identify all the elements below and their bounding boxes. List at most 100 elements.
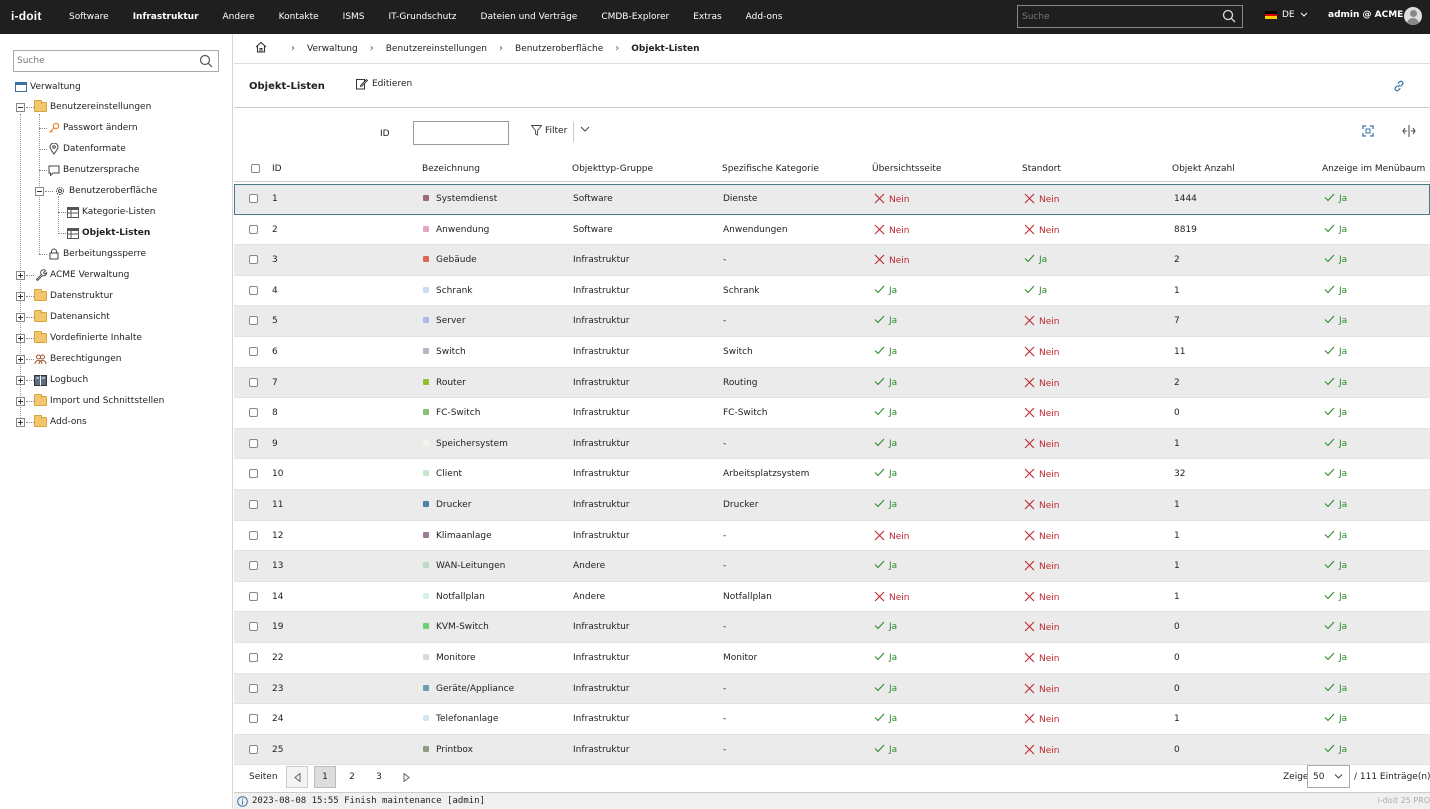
column-header-id[interactable]: ID	[272, 164, 282, 174]
tree-item-objekt-listen[interactable]: Objekt-Listen	[58, 225, 150, 241]
tree-item-benutzereinstellungen[interactable]: Benutzereinstellungen	[16, 99, 151, 115]
expand-icon[interactable]	[16, 354, 25, 364]
nav-isms[interactable]: ISMS	[329, 0, 375, 34]
row-checkbox[interactable]	[249, 561, 258, 571]
page-3-button[interactable]: 3	[368, 766, 390, 788]
next-page-button[interactable]	[395, 766, 417, 788]
tree-item-logbuch[interactable]: Logbuch	[16, 372, 88, 388]
row-checkbox[interactable]	[249, 285, 258, 295]
tree-item-datenansicht[interactable]: Datenansicht	[16, 309, 110, 325]
table-row[interactable]: 10 Client Infrastruktur Arbeitsplatzsystem J…	[234, 459, 1430, 490]
tree-item-datenformate[interactable]: Datenformate	[39, 141, 126, 157]
tree-search-input[interactable]	[14, 51, 194, 71]
nav-extras[interactable]: Extras	[679, 0, 731, 34]
table-row[interactable]: 13 WAN-Leitungen Andere - Ja Nein 1 Ja	[234, 551, 1430, 582]
row-checkbox[interactable]	[249, 714, 258, 724]
row-checkbox[interactable]	[249, 653, 258, 662]
per-page-select[interactable]: 50	[1307, 765, 1350, 788]
expand-icon[interactable]	[16, 396, 25, 406]
breadcrumb-benutzeroberflaeche[interactable]: Benutzeroberfläche	[515, 44, 603, 54]
column-header-objekt-anzahl[interactable]: Objekt Anzahl	[1172, 164, 1235, 174]
row-checkbox[interactable]	[249, 224, 258, 234]
table-row[interactable]: 25 Printbox Infrastruktur - Ja Nein 0 Ja	[234, 734, 1430, 766]
table-row[interactable]: 5 Server Infrastruktur - Ja Nein 7 Ja	[234, 306, 1430, 337]
expand-icon[interactable]	[16, 375, 25, 385]
table-row[interactable]: 9 Speichersystem Infrastruktur - Ja Nein 1 Ja	[234, 428, 1430, 460]
page-1-button[interactable]: 1	[314, 766, 336, 788]
search-icon[interactable]	[1222, 9, 1236, 26]
tree-item-bearbeitungssperre[interactable]: Berbeitungssperre	[39, 246, 146, 262]
expand-icon[interactable]	[16, 291, 25, 301]
nav-addons[interactable]: Add-ons	[732, 0, 793, 34]
table-row[interactable]: 14 Notfallplan Andere Notfallplan Nein Nein 1 J…	[234, 582, 1430, 613]
global-search-input[interactable]	[1018, 6, 1208, 27]
row-checkbox[interactable]	[249, 438, 258, 448]
table-row[interactable]: 19 KVM-Switch Infrastruktur - Ja Nein 0 Ja	[234, 612, 1430, 643]
row-checkbox[interactable]	[249, 255, 258, 265]
table-row[interactable]: 11 Drucker Infrastruktur Drucker Ja Nein 1 Ja	[234, 490, 1430, 521]
collapse-icon[interactable]	[16, 102, 25, 112]
column-header-anzeige-menuebaum[interactable]: Anzeige im Menübaum	[1322, 164, 1425, 174]
home-icon[interactable]	[255, 41, 267, 56]
link-icon[interactable]	[1392, 79, 1406, 96]
row-checkbox[interactable]	[249, 683, 258, 693]
row-checkbox[interactable]	[249, 347, 258, 356]
nav-it-grundschutz[interactable]: IT-Grundschutz	[375, 0, 467, 34]
user-menu[interactable]: admin @ ACME	[1328, 10, 1403, 20]
tree-item-addons[interactable]: Add-ons	[16, 414, 87, 430]
tree-item-passwort[interactable]: Passwort ändern	[39, 120, 138, 136]
nav-cmdb-explorer[interactable]: CMDB-Explorer	[587, 0, 679, 34]
tree-item-acme-verwaltung[interactable]: ACME Verwaltung	[16, 267, 129, 283]
nav-andere[interactable]: Andere	[209, 0, 265, 34]
table-row[interactable]: 3 Gebäude Infrastruktur - Nein Ja 2 Ja	[234, 245, 1430, 276]
expand-icon[interactable]	[16, 417, 25, 427]
id-filter-input[interactable]	[413, 121, 509, 145]
expand-icon[interactable]	[16, 312, 25, 322]
row-checkbox[interactable]	[249, 194, 258, 203]
language-selector[interactable]: DE	[1265, 10, 1308, 20]
tree-item-benutzeroberflaeche[interactable]: Benutzeroberfläche	[35, 183, 157, 199]
column-header-uebersichtsseite[interactable]: Übersichtsseite	[872, 164, 941, 174]
nav-kontakte[interactable]: Kontakte	[265, 0, 329, 34]
tree-item-datenstruktur[interactable]: Datenstruktur	[16, 288, 113, 304]
table-row[interactable]: 12 Klimaanlage Infrastruktur - Nein Nein 1 Ja	[234, 521, 1430, 552]
breadcrumb-verwaltung[interactable]: Verwaltung	[307, 44, 358, 54]
breadcrumb-benutzereinstellungen[interactable]: Benutzereinstellungen	[386, 44, 487, 54]
row-checkbox[interactable]	[249, 408, 258, 418]
row-checkbox[interactable]	[249, 530, 258, 540]
expand-icon[interactable]	[16, 333, 25, 343]
search-icon[interactable]	[199, 54, 213, 71]
filter-button[interactable]: Filter	[531, 125, 567, 136]
chevron-down-icon[interactable]	[580, 125, 590, 136]
row-checkbox[interactable]	[249, 622, 258, 632]
table-row[interactable]: 8 FC-Switch Infrastruktur FC-Switch Ja Nein 0 J…	[234, 398, 1430, 429]
tree-item-verwaltung[interactable]: Verwaltung	[14, 79, 81, 95]
tree-item-kategorie-listen[interactable]: Kategorie-Listen	[58, 204, 156, 220]
row-checkbox[interactable]	[249, 744, 258, 754]
table-row[interactable]: 4 Schrank Infrastruktur Schrank Ja Ja 1 Ja	[234, 276, 1430, 307]
tree-item-import[interactable]: Import und Schnittstellen	[16, 393, 164, 409]
select-all-checkbox[interactable]	[251, 164, 260, 173]
edit-button[interactable]: Editieren	[356, 78, 412, 90]
previous-page-button[interactable]	[286, 766, 308, 788]
nav-dateien-vertraege[interactable]: Dateien und Verträge	[467, 0, 588, 34]
column-header-standort[interactable]: Standort	[1022, 164, 1061, 174]
row-checkbox[interactable]	[249, 591, 258, 601]
table-row[interactable]: 2 Anwendung Software Anwendungen Nein Nein 881…	[234, 215, 1430, 246]
table-row[interactable]: 1 Systemdienst Software Dienste Nein Nein 1444…	[234, 184, 1430, 215]
tree-item-benutzersprache[interactable]: Benutzersprache	[39, 162, 139, 178]
row-checkbox[interactable]	[249, 316, 258, 326]
expand-icon[interactable]	[16, 270, 25, 280]
table-row[interactable]: 6 Switch Infrastruktur Switch Ja Nein 11 Ja	[234, 337, 1430, 368]
table-row[interactable]: 24 Telefonanlage Infrastruktur - Ja Nein 1 Ja	[234, 704, 1430, 735]
nav-software[interactable]: Software	[55, 0, 119, 34]
avatar[interactable]	[1404, 7, 1422, 25]
tree-item-berechtigungen[interactable]: Berechtigungen	[16, 351, 122, 367]
fullscreen-icon[interactable]	[1362, 125, 1374, 140]
idoit-logo[interactable]: i-doit	[11, 9, 42, 23]
table-row[interactable]: 7 Router Infrastruktur Routing Ja Nein 2 Ja	[234, 367, 1430, 399]
column-resize-icon[interactable]	[1402, 125, 1416, 140]
table-row[interactable]: 23 Geräte/Appliance Infrastruktur - Ja Nein 0 J…	[234, 673, 1430, 705]
row-checkbox[interactable]	[249, 500, 258, 509]
column-header-bezeichnung[interactable]: Bezeichnung	[422, 164, 480, 174]
